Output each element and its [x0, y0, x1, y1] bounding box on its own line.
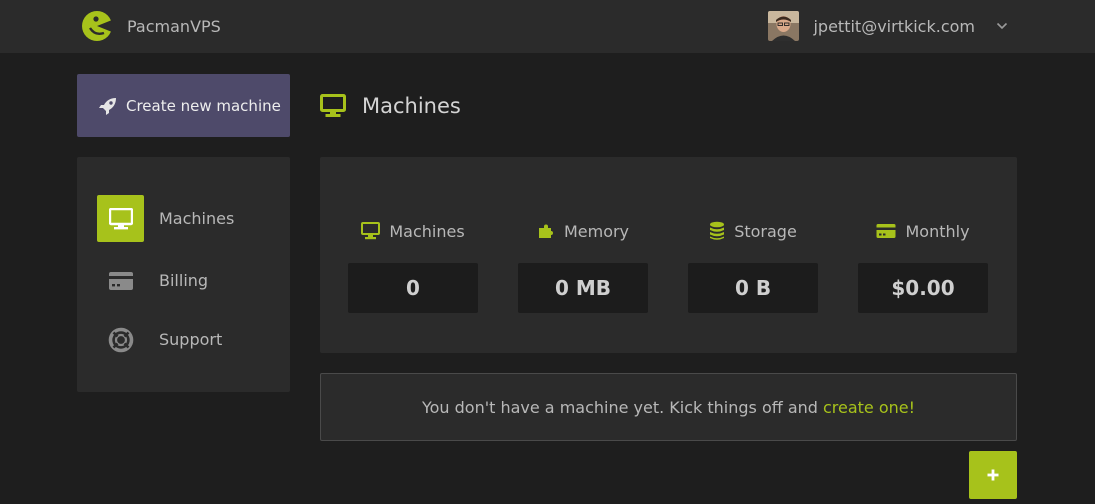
stat-label: Machines: [389, 221, 465, 241]
credit-card-icon: [876, 224, 896, 238]
empty-state-panel: You don't have a machine yet. Kick thing…: [320, 373, 1017, 441]
stat-memory: Memory 0 MB: [518, 217, 648, 313]
pacman-logo-icon: [82, 11, 113, 41]
create-machine-label: Create new machine: [126, 96, 281, 115]
stat-machines: Machines 0: [348, 217, 478, 313]
stat-value: 0: [348, 263, 478, 313]
stat-monthly: Monthly $0.00: [858, 217, 988, 313]
user-menu[interactable]: jpettit@virtkick.com: [768, 11, 1009, 41]
user-email: jpettit@virtkick.com: [813, 16, 975, 36]
stat-value: $0.00: [858, 263, 988, 313]
sidebar: Machines Billing Support: [77, 157, 290, 392]
sidebar-item-label: Support: [159, 330, 223, 349]
credit-card-icon: [97, 257, 144, 304]
stat-value: 0 MB: [518, 263, 648, 313]
stat-value: 0 B: [688, 263, 818, 313]
plus-icon: [987, 469, 999, 481]
page-title: Machines: [362, 94, 461, 118]
sidebar-item-support[interactable]: Support: [97, 316, 277, 363]
rocket-icon: [99, 97, 116, 115]
puzzle-icon: [538, 224, 553, 238]
life-ring-icon: [97, 316, 144, 363]
sidebar-item-billing[interactable]: Billing: [97, 257, 277, 304]
stat-storage: Storage 0 B: [688, 217, 818, 313]
stats-panel: Machines 0 Memory 0 MB Storage 0 B Month…: [320, 157, 1017, 353]
database-icon: [710, 221, 725, 240]
avatar: [768, 11, 800, 41]
monitor-icon: [97, 195, 144, 242]
add-machine-button[interactable]: [969, 451, 1017, 499]
brand[interactable]: PacmanVPS: [81, 9, 221, 43]
page-header: Machines: [320, 90, 461, 122]
chevron-down-icon: [996, 22, 1008, 30]
brand-name: PacmanVPS: [127, 16, 221, 36]
stat-label: Memory: [563, 221, 630, 241]
top-bar: PacmanVPS jpettit@virtkick.com: [0, 0, 1095, 53]
monitor-icon: [361, 222, 381, 240]
monitor-icon: [320, 94, 346, 117]
sidebar-item-machines[interactable]: Machines: [97, 195, 277, 242]
stat-label: Monthly: [905, 221, 970, 241]
sidebar-item-label: Billing: [159, 271, 209, 290]
sidebar-item-label: Machines: [159, 209, 235, 228]
create-machine-button[interactable]: Create new machine: [77, 74, 290, 137]
stat-label: Storage: [734, 221, 797, 241]
empty-state-message: You don't have a machine yet. Kick thing…: [421, 397, 818, 417]
create-one-link[interactable]: create one!: [823, 398, 915, 417]
